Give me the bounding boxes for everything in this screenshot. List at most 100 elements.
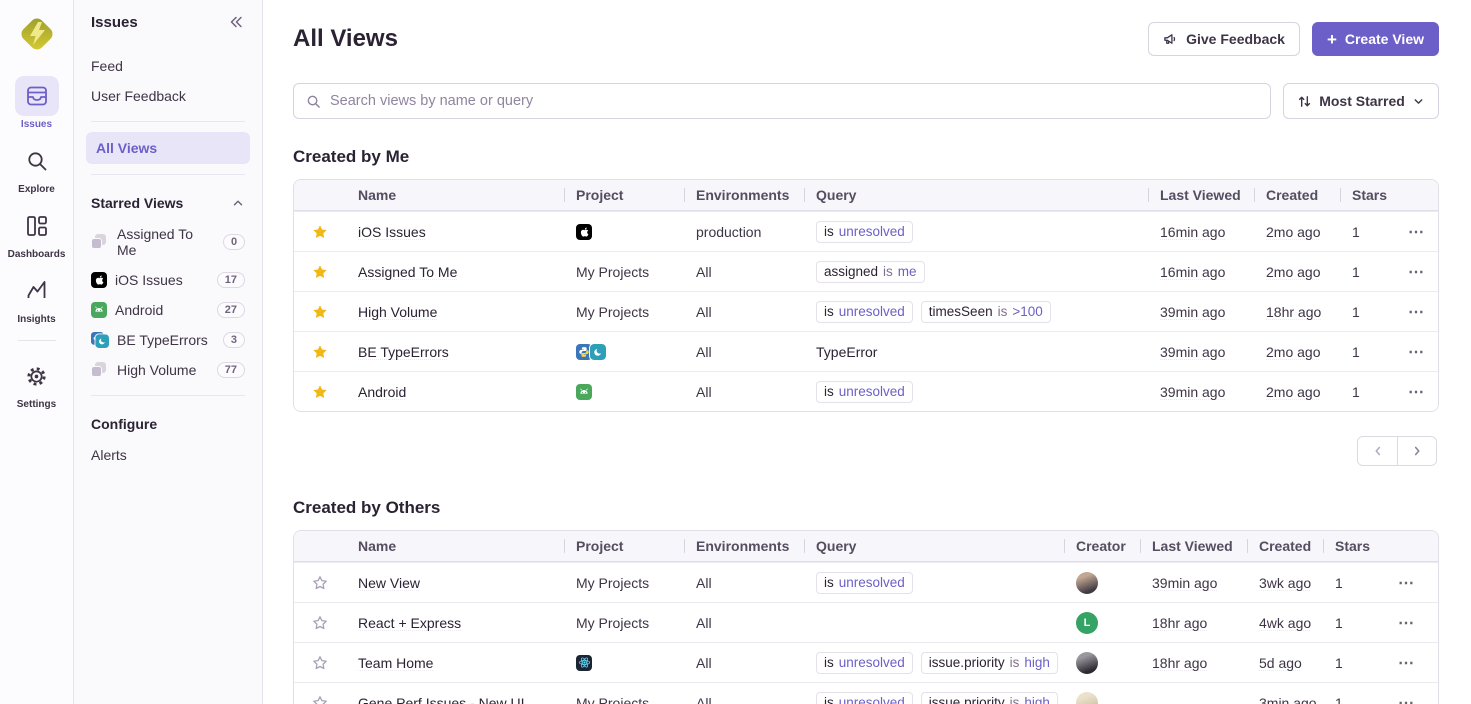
query-token-chip: isunresolved: [816, 652, 913, 674]
star-filled-icon[interactable]: [294, 304, 346, 320]
avatar: L: [1076, 612, 1098, 634]
star-outline-icon[interactable]: [294, 575, 346, 591]
more-actions-button[interactable]: ⋯: [1398, 573, 1415, 593]
give-feedback-button[interactable]: Give Feedback: [1148, 22, 1300, 56]
query-token-chip: isunresolved: [816, 572, 913, 594]
created-cell: 2mo ago: [1254, 384, 1340, 400]
query-cell: isunresolvedtimesSeenis>100: [804, 301, 1148, 323]
explore-icon: [15, 141, 59, 181]
more-actions-button[interactable]: ⋯: [1408, 342, 1425, 362]
dashboards-icon: [15, 206, 59, 246]
view-name-link[interactable]: Assigned To Me: [358, 264, 457, 280]
query-cell: assignedisme: [804, 261, 1148, 283]
star-filled-icon[interactable]: [294, 344, 346, 360]
star-outline-icon[interactable]: [294, 615, 346, 631]
rail-item-dashboards[interactable]: Dashboards: [0, 206, 73, 260]
sidebar-item-feed[interactable]: Feed: [86, 51, 250, 81]
created-by-others-table: NameProjectEnvironmentsQueryCreatorLast …: [293, 530, 1439, 704]
views-search[interactable]: [293, 83, 1271, 119]
sidebar-item-label: iOS Issues: [115, 272, 183, 288]
more-actions-button[interactable]: ⋯: [1398, 693, 1415, 704]
view-name-cell: iOS Issues: [346, 224, 564, 240]
query-token: is: [1010, 655, 1020, 670]
view-name-cell: High Volume: [346, 304, 564, 320]
row-actions-cell: ⋯: [1386, 653, 1438, 673]
query-token: is: [824, 304, 834, 319]
create-view-button[interactable]: + Create View: [1312, 22, 1439, 56]
star-filled-icon[interactable]: [294, 264, 346, 280]
project-icons: [576, 384, 592, 400]
starred-views-section-header[interactable]: Starred Views: [86, 185, 250, 219]
sort-dropdown[interactable]: Most Starred: [1283, 83, 1439, 119]
sidebar-item-alerts[interactable]: Alerts: [86, 440, 250, 470]
rail-item-settings[interactable]: Settings: [0, 356, 73, 410]
issues-sidebar: Issues Feed User Feedback All Views Star…: [74, 0, 263, 704]
query-token: unresolved: [839, 224, 905, 239]
view-name-link[interactable]: BE TypeErrors: [358, 344, 449, 360]
rail-item-insights[interactable]: Insights: [0, 271, 73, 325]
view-name-link[interactable]: React + Express: [358, 615, 461, 631]
sidebar-item-all-views[interactable]: All Views: [86, 132, 250, 164]
view-name-link[interactable]: New View: [358, 575, 420, 591]
view-name-link[interactable]: High Volume: [358, 304, 437, 320]
next-page-button[interactable]: [1397, 437, 1436, 465]
more-actions-button[interactable]: ⋯: [1398, 653, 1415, 673]
rail-label: Issues: [21, 119, 52, 130]
sidebar-starred-view[interactable]: Assigned To Me0: [86, 219, 250, 265]
last-viewed-value: 18hr ago: [1152, 615, 1207, 631]
view-name-link[interactable]: Gene Perf Issues - New UI: [358, 695, 525, 704]
created-value: 18hr ago: [1266, 304, 1321, 320]
created-value: 3wk ago: [1259, 575, 1311, 591]
star-filled-icon[interactable]: [294, 224, 346, 240]
query-token-chip: isunresolved: [816, 301, 913, 323]
view-name-link[interactable]: Android: [358, 384, 406, 400]
previous-page-button[interactable]: [1358, 437, 1397, 465]
sidebar-item-user-feedback[interactable]: User Feedback: [86, 81, 250, 111]
sentry-logo[interactable]: [15, 12, 59, 56]
project-icons: [576, 344, 606, 360]
column-header: Last Viewed: [1140, 538, 1247, 554]
more-actions-button[interactable]: ⋯: [1408, 222, 1425, 242]
rail-item-explore[interactable]: Explore: [0, 141, 73, 195]
view-name-link[interactable]: iOS Issues: [358, 224, 426, 240]
row-actions-cell: ⋯: [1386, 613, 1438, 633]
column-header: Query: [804, 538, 1064, 554]
created-cell: 3wk ago: [1247, 575, 1323, 591]
app-rail: Issues Explore Dashboards Insights: [0, 0, 74, 704]
sidebar-starred-view[interactable]: BE TypeErrors3: [86, 325, 250, 355]
query-text: TypeError: [816, 344, 877, 360]
last-viewed-value: 39min ago: [1160, 344, 1225, 360]
view-name-link[interactable]: Team Home: [358, 655, 433, 671]
last-viewed-cell: 16min ago: [1148, 264, 1254, 280]
query-token: is: [824, 384, 834, 399]
more-actions-button[interactable]: ⋯: [1408, 262, 1425, 282]
query-cell: isunresolved: [804, 381, 1148, 403]
sidebar-item-label: Android: [115, 302, 163, 318]
more-actions-button[interactable]: ⋯: [1398, 613, 1415, 633]
star-filled-icon[interactable]: [294, 384, 346, 400]
query-token: TypeError: [816, 344, 877, 360]
sidebar-starred-view[interactable]: Android27: [86, 295, 250, 325]
more-actions-button[interactable]: ⋯: [1408, 302, 1425, 322]
project-cell: [564, 224, 684, 240]
environments-cell: All: [684, 655, 804, 671]
star-outline-icon[interactable]: [294, 655, 346, 671]
rail-item-issues[interactable]: Issues: [0, 76, 73, 130]
project-cell: My Projects: [564, 615, 684, 631]
sidebar-starred-view[interactable]: High Volume77: [86, 355, 250, 385]
project-cell: [564, 344, 684, 360]
query-token: is: [824, 695, 834, 704]
row-actions-cell: ⋯: [1396, 222, 1438, 242]
issues-icon: [15, 76, 59, 116]
collapse-sidebar-icon[interactable]: [227, 13, 245, 31]
sidebar-starred-view[interactable]: iOS Issues17: [86, 265, 250, 295]
table-row: Assigned To MeMy ProjectsAllassignedisme…: [294, 251, 1438, 291]
more-actions-button[interactable]: ⋯: [1408, 382, 1425, 402]
last-viewed-value: 18hr ago: [1152, 655, 1207, 671]
column-header: Last Viewed: [1148, 187, 1254, 203]
star-outline-icon[interactable]: [294, 695, 346, 704]
table-row: High VolumeMy ProjectsAllisunresolvedtim…: [294, 291, 1438, 331]
button-label: Create View: [1345, 31, 1424, 47]
search-input[interactable]: [330, 93, 1258, 109]
search-icon: [306, 94, 321, 109]
